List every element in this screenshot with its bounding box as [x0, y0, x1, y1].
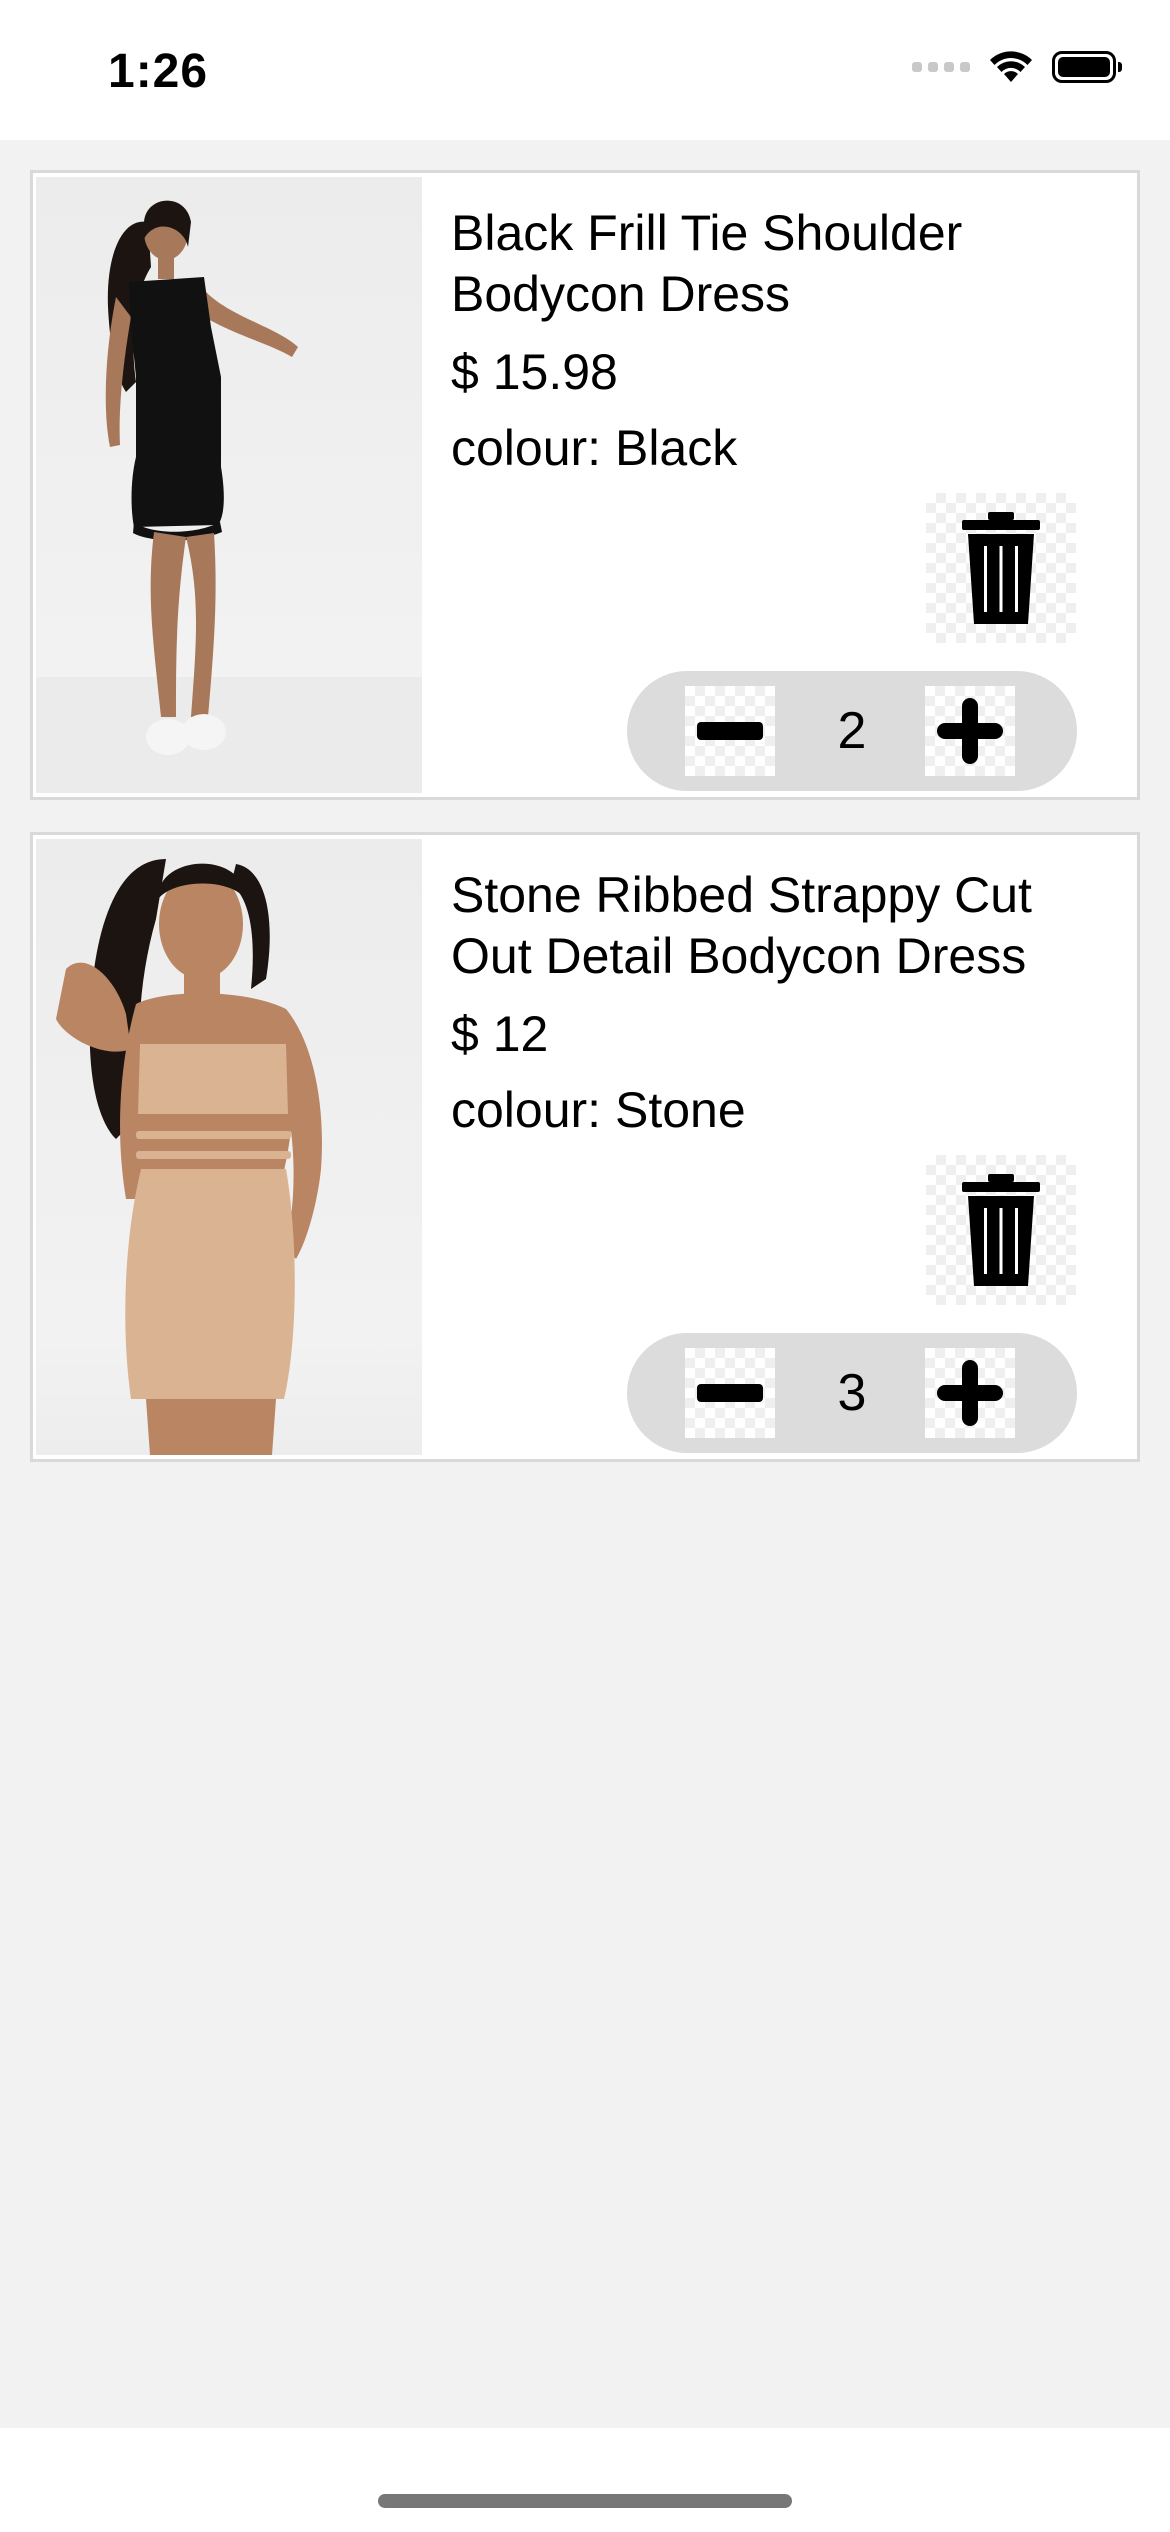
cart-list: Black Frill Tie Shoulder Bodycon Dress $… [30, 170, 1140, 1494]
product-image[interactable] [36, 839, 422, 1455]
bottom-bar [0, 2428, 1170, 2532]
product-image[interactable] [36, 177, 422, 793]
status-time: 1:26 [108, 45, 209, 98]
trash-icon [962, 512, 1040, 624]
quantity-stepper: 3 [627, 1333, 1077, 1453]
dress-model-photo [36, 200, 422, 793]
trash-icon [962, 1174, 1040, 1286]
product-title: Black Frill Tie Shoulder Bodycon Dress [451, 205, 963, 322]
dress-model-photo [56, 859, 322, 1455]
battery-icon [1052, 51, 1122, 83]
wifi-icon [990, 51, 1032, 82]
increase-quantity-button[interactable] [925, 686, 1015, 776]
minus-icon [697, 722, 763, 740]
status-icons [912, 50, 1122, 84]
status-bar: 1:26 [0, 0, 1170, 140]
product-title: Stone Ribbed Strappy Cut Out Detail Body… [451, 867, 1032, 984]
plus-icon [937, 698, 1003, 764]
cart-item: Black Frill Tie Shoulder Bodycon Dress $… [30, 170, 1140, 800]
delete-button[interactable] [926, 493, 1076, 643]
quantity-stepper: 2 [627, 671, 1077, 791]
quantity-value: 3 [837, 1364, 867, 1422]
cart-item: Stone Ribbed Strappy Cut Out Detail Body… [30, 832, 1140, 1462]
increase-quantity-button[interactable] [925, 1348, 1015, 1438]
decrease-quantity-button[interactable] [685, 1348, 775, 1438]
decrease-quantity-button[interactable] [685, 686, 775, 776]
product-price: $ 15.98 [451, 344, 618, 400]
plus-icon [937, 1360, 1003, 1426]
quantity-value: 2 [837, 702, 867, 760]
product-colour: colour: Black [451, 420, 738, 476]
delete-button[interactable] [926, 1155, 1076, 1305]
minus-icon [697, 1384, 763, 1402]
product-price: $ 12 [451, 1006, 549, 1062]
product-colour: colour: Stone [451, 1082, 746, 1138]
cellular-signal-icon [912, 62, 970, 72]
home-indicator[interactable] [378, 2494, 792, 2508]
